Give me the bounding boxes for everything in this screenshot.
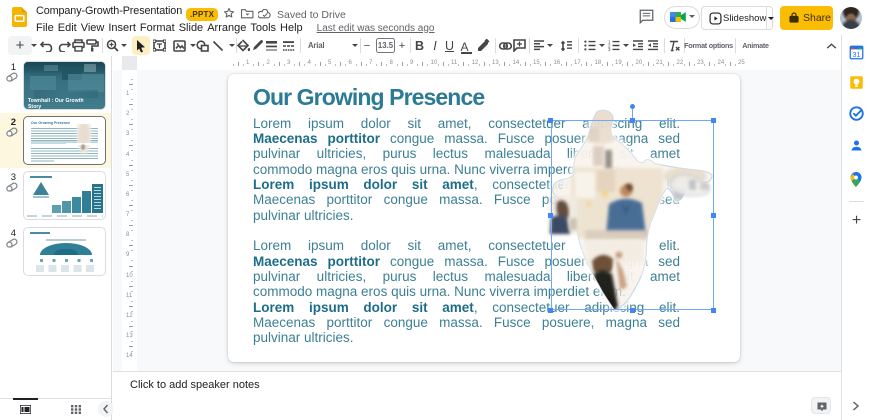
svg-text:31: 31	[853, 52, 861, 59]
svg-text:3: 3	[608, 47, 611, 51]
